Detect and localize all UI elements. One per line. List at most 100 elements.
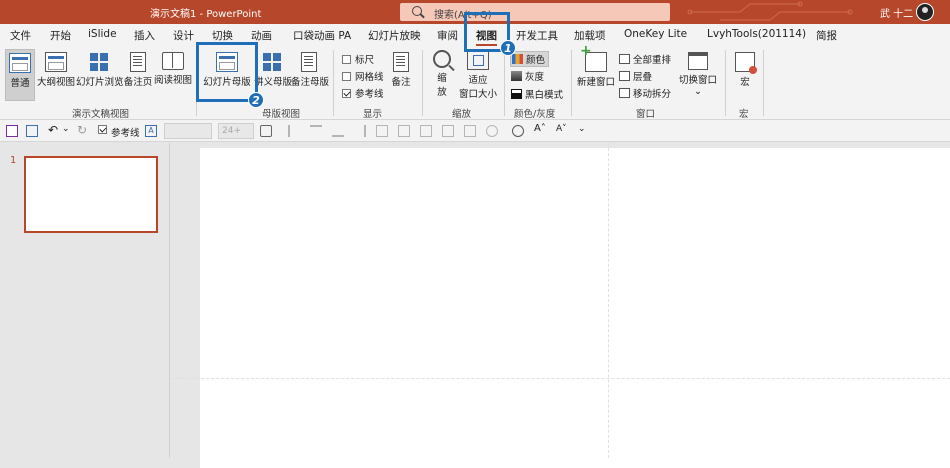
black-white-button[interactable]: 黑白模式 — [511, 87, 563, 101]
notes-button[interactable]: 备注 — [389, 52, 413, 88]
outline-view-label: 大纲视图 — [37, 77, 76, 88]
tab-insert[interactable]: 插入 — [134, 28, 155, 43]
gridlines-label: 网格线 — [355, 72, 384, 83]
slide-sorter-icon — [89, 52, 109, 72]
customize-toolbar-icon[interactable]: ⌄ — [578, 124, 590, 136]
handout-master-button[interactable]: 讲义母版 — [254, 52, 293, 88]
reading-view-button[interactable]: 阅读视图 — [154, 52, 192, 86]
ruler-checkbox-box — [342, 55, 351, 64]
divider — [571, 50, 572, 116]
chevron-down-icon[interactable]: ⌄ — [62, 124, 74, 136]
move-split-button[interactable]: 移动拆分 — [619, 86, 671, 100]
align-left-icon[interactable] — [288, 125, 300, 137]
guides-checkbox[interactable]: 参考线 — [342, 86, 384, 100]
macros-label: 宏 — [740, 77, 750, 88]
slide-sorter-button[interactable]: 幻灯片浏览 — [76, 52, 124, 88]
notes-page-button[interactable]: 备注页 — [123, 52, 153, 88]
guides-checkbox-box — [342, 89, 351, 98]
handout-master-label: 讲义母版 — [254, 77, 293, 88]
zoom-button[interactable]: 缩 放 — [430, 50, 454, 98]
notes-master-label: 备注母版 — [291, 77, 330, 88]
ruler-checkbox[interactable]: 标尺 — [342, 52, 374, 66]
window-group-label: 窗口 — [636, 109, 656, 120]
new-window-icon — [580, 43, 607, 72]
slide-canvas[interactable] — [200, 148, 950, 468]
presentation-views-group-label: 演示文稿视图 — [72, 109, 130, 120]
color-button[interactable]: 颜色 — [510, 51, 550, 67]
zoom-label-line1: 缩 — [437, 73, 447, 84]
user-name[interactable]: 武 十二 — [880, 5, 913, 20]
fit-to-window-button[interactable]: 适应 窗口大小 — [458, 50, 498, 100]
normal-view-button[interactable]: 普通 — [5, 49, 35, 101]
bring-forward-icon[interactable] — [464, 125, 476, 137]
font-name-field[interactable] — [164, 123, 212, 139]
tab-review[interactable]: 审阅 — [437, 28, 458, 43]
horizontal-guide[interactable] — [171, 378, 950, 379]
tab-onekey-lite[interactable]: OneKey Lite — [624, 28, 687, 40]
decrease-font-icon[interactable]: A˅ — [556, 124, 568, 136]
grayscale-button[interactable]: 灰度 — [511, 69, 544, 83]
avatar[interactable] — [916, 3, 934, 21]
tab-transitions[interactable]: 切换 — [212, 28, 233, 43]
divider — [725, 50, 726, 116]
tab-pocket-animation[interactable]: 口袋动画 PA — [293, 28, 351, 43]
tab-design[interactable]: 设计 — [173, 28, 194, 43]
font-size-field[interactable]: 24+ — [218, 123, 254, 139]
textbox-icon[interactable]: A — [145, 125, 157, 137]
arrange-all-button[interactable]: 全部重排 — [619, 52, 671, 66]
new-window-button[interactable]: 新建窗口 — [577, 43, 615, 88]
cascade-label: 层叠 — [633, 72, 653, 83]
merge-shapes-icon[interactable] — [512, 125, 524, 137]
align-center-icon[interactable] — [376, 125, 388, 137]
normal-view-icon — [9, 53, 31, 73]
ruler-label: 标尺 — [355, 55, 375, 66]
align-right-icon[interactable] — [354, 125, 366, 137]
notes-label: 备注 — [391, 77, 411, 88]
tab-developer[interactable]: 开发工具 — [516, 28, 558, 43]
handout-master-icon — [262, 52, 282, 72]
macros-button[interactable]: 宏 — [733, 52, 757, 88]
tab-addins[interactable]: 加载项 — [574, 28, 606, 43]
shapes-icon[interactable] — [260, 125, 272, 137]
guides-toggle[interactable] — [98, 125, 110, 137]
reading-view-icon — [162, 52, 184, 70]
cascade-button[interactable]: 层叠 — [619, 69, 652, 83]
save-as-icon[interactable] — [26, 125, 38, 137]
master-views-group-label: 母版视图 — [262, 109, 301, 120]
align-middle-icon[interactable] — [332, 125, 344, 137]
slide-editing-area — [171, 143, 950, 468]
tab-file[interactable]: 文件 — [10, 28, 31, 43]
tab-slideshow[interactable]: 幻灯片放映 — [368, 28, 421, 43]
notes-icon — [393, 52, 409, 72]
tab-animations[interactable]: 动画 — [251, 28, 272, 43]
switch-windows-button[interactable]: 切换窗口 ⌄ — [679, 52, 717, 97]
step-badge-1: 1 — [500, 40, 516, 56]
gridlines-checkbox[interactable]: 网格线 — [342, 69, 384, 83]
color-group-label: 颜色/灰度 — [514, 109, 556, 120]
vertical-guide[interactable] — [608, 143, 609, 458]
normal-view-label: 普通 — [10, 78, 30, 89]
fill-icon[interactable] — [486, 125, 498, 137]
search-box[interactable]: 搜索(Alt+Q) — [400, 3, 670, 21]
slide-master-highlight — [196, 42, 258, 102]
align-top-icon[interactable] — [310, 125, 322, 137]
slide-thumbnail[interactable] — [24, 156, 158, 233]
tab-islide[interactable]: iSlide — [88, 28, 117, 40]
undo-icon[interactable]: ↶ — [48, 123, 60, 137]
tab-home[interactable]: 开始 — [50, 28, 71, 43]
ungroup-icon[interactable] — [442, 125, 454, 137]
increase-font-icon[interactable]: A˄ — [534, 123, 546, 135]
outline-view-button[interactable]: 大纲视图 — [37, 52, 75, 88]
save-icon[interactable] — [6, 125, 18, 137]
distribute-icon[interactable] — [398, 125, 410, 137]
circuit-decoration — [687, 1, 853, 21]
tab-lvyhtools[interactable]: LvyhTools(201114) — [707, 28, 806, 40]
notes-master-button[interactable]: 备注母版 — [291, 52, 330, 88]
tab-briefing[interactable]: 简报 — [816, 28, 837, 43]
gridlines-checkbox-box — [342, 72, 351, 81]
group-icon[interactable] — [420, 125, 432, 137]
quick-access-toolbar: ↶ ⌄ ↻ 参考线 A 24+ A˄ A˅ ⌄ — [0, 120, 950, 142]
ribbon: 普通 大纲视图 幻灯片浏览 备注页 阅读视图 演示文稿视图 幻灯片母版 讲义母版… — [0, 43, 950, 120]
grayscale-label: 灰度 — [525, 72, 545, 83]
redo-icon[interactable]: ↻ — [77, 123, 89, 137]
